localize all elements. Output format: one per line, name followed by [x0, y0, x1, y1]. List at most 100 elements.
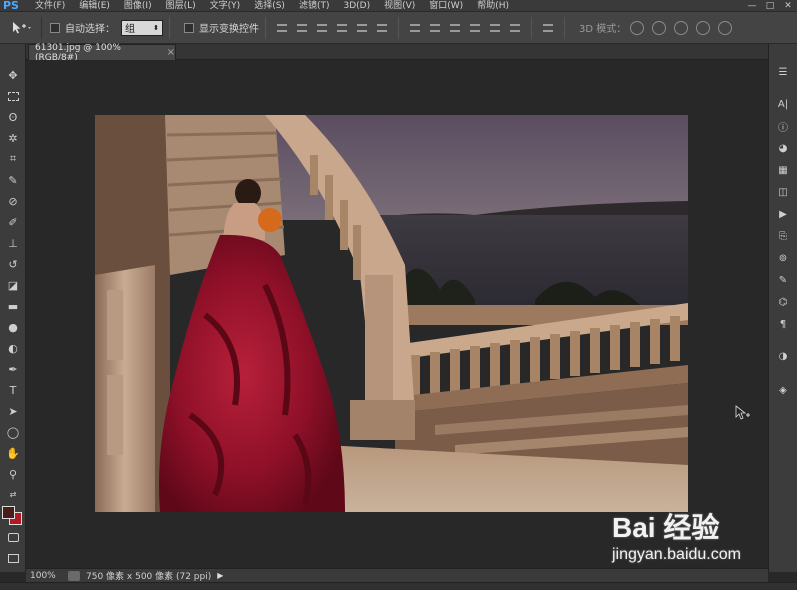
- auto-align-icon[interactable]: [541, 21, 555, 35]
- cursor-icon: [735, 405, 750, 420]
- adjustments-panel-icon[interactable]: ◫: [774, 184, 792, 200]
- brush-presets-panel-icon[interactable]: ✎: [774, 272, 792, 288]
- auto-select-dropdown[interactable]: 组 ⬍: [121, 19, 163, 36]
- document-tab-bar: 61301.jpg @ 100%(RGB/8#) ×: [26, 43, 768, 63]
- crop-tool-icon[interactable]: ⌗: [3, 150, 23, 168]
- marquee-tool-icon[interactable]: [3, 87, 23, 105]
- tool-preset-picker[interactable]: [0, 16, 42, 39]
- distribute-right-icon[interactable]: [508, 21, 522, 35]
- history-brush-tool-icon[interactable]: ↺: [3, 255, 23, 273]
- 3d-slide-icon[interactable]: [696, 20, 711, 35]
- menu-edit[interactable]: 编辑(E): [72, 0, 117, 12]
- layers-panel-icon[interactable]: ◈: [774, 382, 792, 398]
- distribute-bottom-icon[interactable]: [448, 21, 462, 35]
- 3d-mode-label: 3D 模式：: [579, 24, 627, 35]
- dodge-tool-icon[interactable]: ◐: [3, 339, 23, 357]
- menu-layer[interactable]: 图层(L): [159, 0, 203, 12]
- align-left-icon[interactable]: [335, 21, 349, 35]
- align-top-icon[interactable]: [275, 21, 289, 35]
- menu-filter[interactable]: 滤镜(T): [292, 0, 337, 12]
- align-vertical-center-icon[interactable]: [295, 21, 309, 35]
- zoom-level[interactable]: 100%: [26, 571, 62, 581]
- info-panel-icon[interactable]: ⓘ: [774, 118, 792, 134]
- baidu-watermark: Bai 经验 jingyan.baidu.com: [612, 506, 762, 570]
- eraser-tool-icon[interactable]: ◪: [3, 276, 23, 294]
- hand-tool-icon[interactable]: ✋: [3, 444, 23, 462]
- actions-panel-icon[interactable]: ▶: [774, 206, 792, 222]
- auto-select-value: 组: [125, 24, 135, 35]
- clone-stamp-tool-icon[interactable]: ⊥: [3, 234, 23, 252]
- align-horizontal-center-icon[interactable]: [355, 21, 369, 35]
- status-menu-arrow-icon[interactable]: ▶: [217, 571, 223, 580]
- channels-panel-icon[interactable]: ⊚: [774, 250, 792, 266]
- panel-dock: ☰ A| ⓘ ◕ ▦ ◫ ▶ ⎘ ⊚ ✎ ⌬ ¶ ◑ ◈: [768, 44, 797, 572]
- zoom-tool-icon[interactable]: ⚲: [3, 465, 23, 483]
- 3d-scale-icon[interactable]: [718, 20, 733, 35]
- divider: [398, 16, 399, 39]
- 3d-rotate-icon[interactable]: [630, 20, 645, 35]
- show-transform-checkbox[interactable]: [184, 22, 194, 33]
- color-panel-icon[interactable]: ◕: [774, 140, 792, 156]
- gradient-tool-icon[interactable]: ▬: [3, 297, 23, 315]
- distribute-top-icon[interactable]: [408, 21, 422, 35]
- distribute-horizontal-center-icon[interactable]: [488, 21, 502, 35]
- healing-brush-tool-icon[interactable]: ⊘: [3, 192, 23, 210]
- distribute-vertical-center-icon[interactable]: [428, 21, 442, 35]
- distribute-left-icon[interactable]: [468, 21, 482, 35]
- paragraph-panel-icon[interactable]: ¶: [774, 316, 792, 332]
- watermark-url: jingyan.baidu.com: [612, 546, 741, 563]
- menu-window[interactable]: 窗口(W): [422, 0, 470, 12]
- menu-select[interactable]: 选择(S): [247, 0, 292, 12]
- options-bar: 自动选择： 组 ⬍ 显示变换控件 3D 模式：: [0, 12, 797, 44]
- pen-tool-icon[interactable]: ✒: [3, 360, 23, 378]
- move-tool-icon: [12, 21, 31, 33]
- photoshop-logo: PS: [3, 0, 19, 12]
- screen-mode-icon[interactable]: [3, 549, 23, 567]
- 3d-pan-icon[interactable]: [674, 20, 689, 35]
- menu-bar: PS 文件(F) 编辑(E) 图像(I) 图层(L) 文字(Y) 选择(S) 滤…: [0, 0, 797, 12]
- menu-type[interactable]: 文字(Y): [203, 0, 248, 12]
- quick-mask-icon[interactable]: [3, 528, 23, 546]
- document-tab[interactable]: 61301.jpg @ 100%(RGB/8#) ×: [28, 43, 176, 63]
- menu-help[interactable]: 帮助(H): [470, 0, 516, 12]
- tools-panel: ✥ ʘ ✲ ⌗ ✎ ⊘ ✐ ⊥ ↺ ◪ ▬ ● ◐ ✒ T ➤ ◯ ✋ ⚲ ⇄: [0, 44, 26, 572]
- path-selection-tool-icon[interactable]: ➤: [3, 402, 23, 420]
- swatches-panel-icon[interactable]: ▦: [774, 162, 792, 178]
- auto-select-label: 自动选择：: [65, 24, 115, 35]
- lasso-tool-icon[interactable]: ʘ: [3, 108, 23, 126]
- properties-panel-icon[interactable]: ☰: [774, 64, 792, 80]
- auto-select-checkbox[interactable]: [50, 22, 60, 33]
- swap-colors-icon[interactable]: ⇄: [3, 485, 23, 503]
- menu-file[interactable]: 文件(F): [28, 0, 72, 12]
- status-icon[interactable]: [68, 570, 80, 581]
- menu-3d[interactable]: 3D(D): [336, 0, 377, 12]
- magic-wand-tool-icon[interactable]: ✲: [3, 129, 23, 147]
- divider: [265, 16, 266, 39]
- brush-tool-icon[interactable]: ✐: [3, 213, 23, 231]
- foreground-color-swatch[interactable]: [2, 506, 15, 519]
- align-bottom-icon[interactable]: [315, 21, 329, 35]
- close-button[interactable]: ✕: [779, 0, 797, 12]
- paths-panel-icon[interactable]: ⌬: [774, 294, 792, 310]
- history-panel-icon[interactable]: ⎘: [774, 228, 792, 244]
- blur-tool-icon[interactable]: ●: [3, 318, 23, 336]
- minimize-button[interactable]: —: [743, 0, 761, 12]
- eyedropper-tool-icon[interactable]: ✎: [3, 171, 23, 189]
- maximize-button[interactable]: □: [761, 0, 779, 12]
- character-panel-icon[interactable]: A|: [774, 96, 792, 112]
- styles-panel-icon[interactable]: ◑: [774, 348, 792, 364]
- document-size-info: 750 像素 x 500 像素 (72 ppi): [86, 572, 212, 582]
- watermark-brand: Bai 经验: [612, 512, 720, 543]
- 3d-roll-icon[interactable]: [652, 20, 667, 35]
- align-right-icon[interactable]: [375, 21, 389, 35]
- menu-image[interactable]: 图像(I): [117, 0, 159, 12]
- window-controls: — □ ✕: [743, 0, 797, 12]
- type-tool-icon[interactable]: T: [3, 381, 23, 399]
- document-image[interactable]: [95, 115, 688, 512]
- close-tab-icon[interactable]: ×: [167, 47, 175, 58]
- move-tool-icon[interactable]: ✥: [3, 66, 23, 84]
- shape-tool-icon[interactable]: ◯: [3, 423, 23, 441]
- canvas-area[interactable]: [26, 60, 768, 568]
- divider: [531, 16, 532, 39]
- menu-view[interactable]: 视图(V): [377, 0, 422, 12]
